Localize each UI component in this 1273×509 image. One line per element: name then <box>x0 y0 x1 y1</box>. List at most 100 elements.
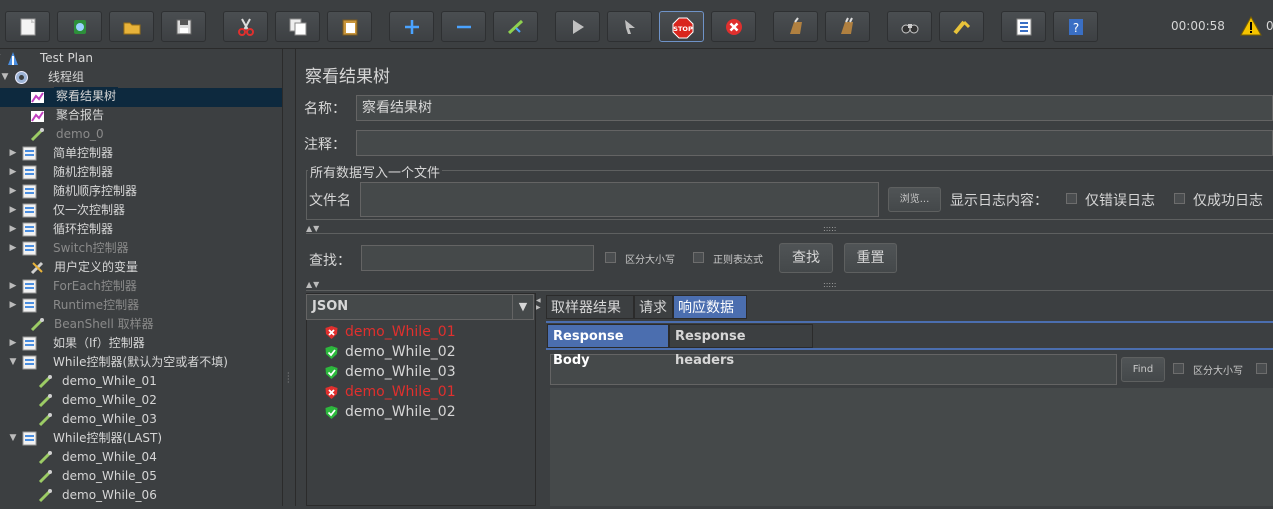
browse-button[interactable]: 浏览... <box>888 187 941 212</box>
reset-search-button[interactable] <box>939 11 984 42</box>
tree-item[interactable]: 用户定义的变量 <box>0 258 282 277</box>
templates-button[interactable] <box>57 11 102 42</box>
open-button[interactable] <box>109 11 154 42</box>
tree-item[interactable]: ▶ ForEach控制器 <box>0 277 282 296</box>
paste-button[interactable] <box>327 11 372 42</box>
tree-item[interactable]: ▶ Switch控制器 <box>0 239 282 258</box>
tree-item[interactable]: ▶ 如果（If）控制器 <box>0 334 282 353</box>
expand-button[interactable] <box>389 11 434 42</box>
tree-item[interactable]: ▶ 循环控制器 <box>0 220 282 239</box>
tree-collapse-icon[interactable]: ▼ <box>8 429 18 448</box>
tree-item[interactable]: ▼ Test Plan <box>0 49 282 68</box>
body-regex-checkbox[interactable] <box>1256 363 1267 374</box>
start-no-pause-button[interactable] <box>607 11 652 42</box>
listener-icon <box>30 108 45 123</box>
find-button[interactable]: 查找 <box>779 243 833 273</box>
comment-field[interactable] <box>356 130 1273 156</box>
tree-expand-icon[interactable]: ▶ <box>8 277 18 296</box>
tree-item[interactable]: ▶ 仅一次控制器 <box>0 201 282 220</box>
tree-item[interactable]: ▶ 随机控制器 <box>0 163 282 182</box>
filename-field[interactable] <box>360 182 879 217</box>
warning-icon[interactable] <box>1240 15 1262 40</box>
tree-expand-icon[interactable]: ▶ <box>8 201 18 220</box>
tree-expand-icon[interactable]: ▶ <box>8 144 18 163</box>
divider-grip-icon[interactable]: ::::: <box>823 224 836 233</box>
shutdown-button[interactable] <box>711 11 756 42</box>
tree-item[interactable]: demo_While_03 <box>0 410 282 429</box>
tree-item[interactable]: ▶ 随机顺序控制器 <box>0 182 282 201</box>
clear-all-button[interactable] <box>825 11 870 42</box>
start-button[interactable] <box>555 11 600 42</box>
response-body-area[interactable] <box>550 388 1273 506</box>
sampler-icon <box>38 374 53 389</box>
toggle-button[interactable] <box>493 11 538 42</box>
help-button[interactable]: ? <box>1053 11 1098 42</box>
result-item[interactable]: demo_While_03 <box>324 362 524 382</box>
result-item[interactable]: demo_While_01 <box>324 382 524 402</box>
response-subtab[interactable]: Response headers <box>669 324 813 368</box>
chevron-down-icon[interactable]: ▼ <box>512 295 533 319</box>
tree-collapse-icon[interactable]: ▼ <box>0 49 2 68</box>
function-helper-button[interactable] <box>1001 11 1046 42</box>
tree-item[interactable]: demo_While_05 <box>0 467 282 486</box>
tree-item[interactable]: demo_While_02 <box>0 391 282 410</box>
response-subtab[interactable]: Response Body <box>547 324 669 368</box>
tree-item[interactable]: ▼ 线程组 <box>0 68 282 87</box>
results-splitter[interactable]: ◀ ▶ <box>536 293 546 506</box>
tree-item[interactable]: ▶ Runtime控制器 <box>0 296 282 315</box>
new-button[interactable] <box>5 11 50 42</box>
tree-item[interactable]: demo_While_04 <box>0 448 282 467</box>
renderer-select[interactable]: JSON ▼ <box>306 294 534 320</box>
results-splitter-arrows-icon[interactable]: ◀ ▶ <box>536 297 541 311</box>
body-search-field[interactable] <box>550 354 1117 385</box>
regex-checkbox[interactable] <box>693 252 704 263</box>
comment-label: 注释： <box>304 137 346 153</box>
case-sensitive-checkbox[interactable] <box>605 252 616 263</box>
result-tab[interactable]: 取样器结果 <box>546 295 634 319</box>
cut-button[interactable] <box>223 11 268 42</box>
stop-button[interactable]: STOP <box>659 11 704 42</box>
tree-item[interactable]: BeanShell 取样器 <box>0 315 282 334</box>
tree-item[interactable]: ▶ 简单控制器 <box>0 144 282 163</box>
errors-only-checkbox[interactable] <box>1066 193 1077 204</box>
tree-collapse-icon[interactable]: ▼ <box>8 353 18 372</box>
tree-expand-icon[interactable]: ▶ <box>8 182 18 201</box>
controller-icon <box>22 165 37 180</box>
test-plan-tree[interactable]: ▼ Test Plan ▼ 线程组察看结果树聚合报告 demo_0 ▶ 简单控制器 ▶ 随机控制… <box>0 49 282 506</box>
tree-expand-icon[interactable]: ▶ <box>8 334 18 353</box>
clear-button[interactable] <box>773 11 818 42</box>
search-field[interactable] <box>361 245 594 271</box>
tree-expand-icon[interactable]: ▶ <box>8 163 18 182</box>
tree-collapse-icon[interactable]: ▼ <box>0 68 10 87</box>
tree-item[interactable]: demo_While_06 <box>0 486 282 505</box>
tree-expand-icon[interactable]: ▶ <box>8 296 18 315</box>
sampler-icon <box>38 393 53 408</box>
tree-item[interactable]: demo_0 <box>0 125 282 144</box>
save-button[interactable] <box>161 11 206 42</box>
result-item[interactable]: demo_While_02 <box>324 402 524 422</box>
copy-button[interactable] <box>275 11 320 42</box>
result-tab[interactable]: 响应数据 <box>673 295 747 319</box>
split-arrows-2-icon[interactable]: ▲▼ <box>306 280 320 289</box>
collapse-button[interactable] <box>441 11 486 42</box>
tree-item[interactable]: 聚合报告 <box>0 106 282 125</box>
tree-item[interactable]: ▼ While控制器(默认为空或者不填) <box>0 353 282 372</box>
split-arrows-icon[interactable]: ▲▼ <box>306 224 320 233</box>
body-find-button[interactable]: Find <box>1121 357 1165 382</box>
tree-item[interactable]: ▼ While控制器(LAST) <box>0 429 282 448</box>
body-case-checkbox[interactable] <box>1173 363 1184 374</box>
tree-expand-icon[interactable]: ▶ <box>8 239 18 258</box>
tree-expand-icon[interactable]: ▶ <box>8 220 18 239</box>
splitter[interactable]: · · · · <box>282 49 296 506</box>
result-item[interactable]: demo_While_02 <box>324 342 524 362</box>
tree-item[interactable]: demo_While_01 <box>0 372 282 391</box>
success-only-checkbox[interactable] <box>1174 193 1185 204</box>
reset-button[interactable]: 重置 <box>844 243 897 273</box>
result-tab[interactable]: 请求 <box>634 295 673 319</box>
tree-item[interactable]: 察看结果树 <box>0 87 282 106</box>
name-field[interactable]: 察看结果树 <box>356 95 1273 121</box>
result-item[interactable]: demo_While_01 <box>324 322 524 342</box>
search-button[interactable] <box>887 11 932 42</box>
divider-grip-2-icon[interactable]: ::::: <box>823 280 836 289</box>
tree-item-label: demo_While_05 <box>62 469 157 483</box>
